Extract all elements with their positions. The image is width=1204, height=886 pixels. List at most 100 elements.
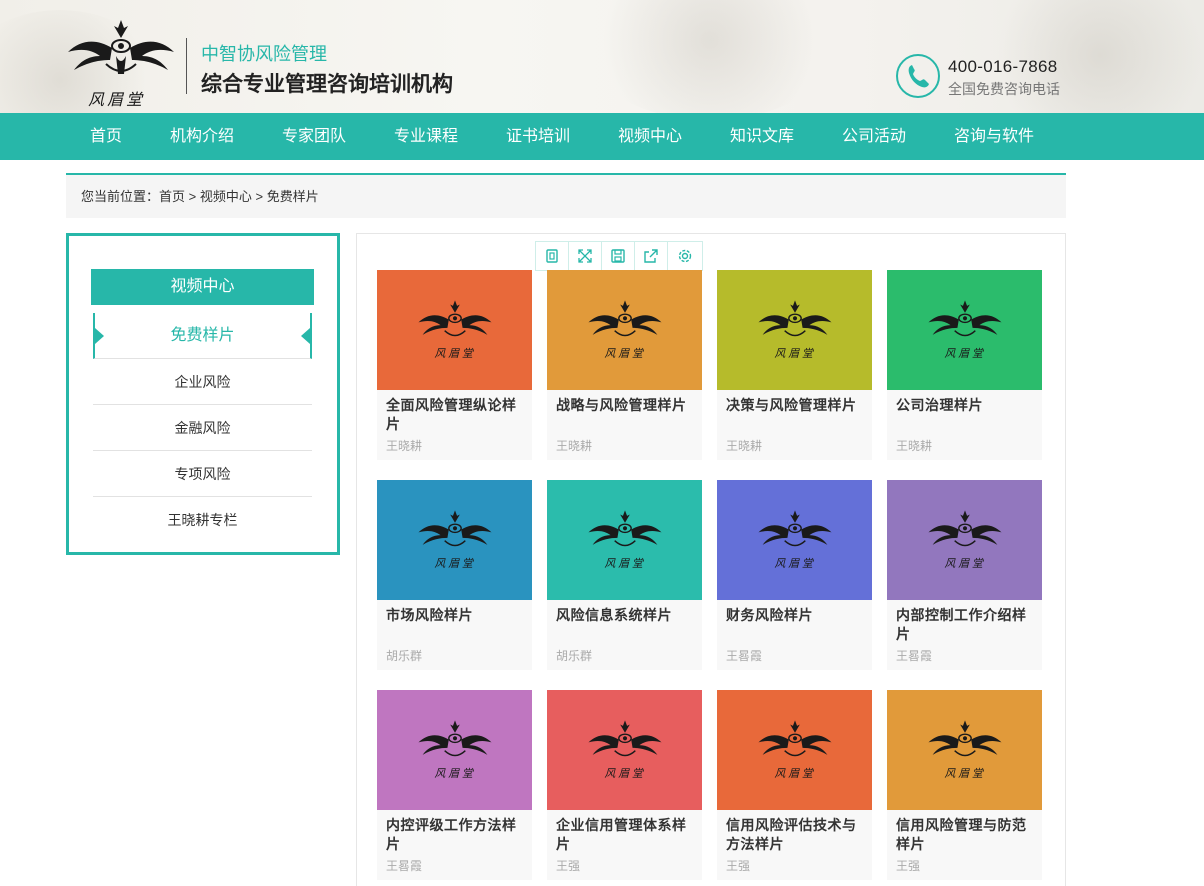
- brand-title: 综合专业管理咨询培训机构: [201, 73, 453, 96]
- video-card[interactable]: 风眉堂战略与风险管理样片王晓耕: [547, 270, 702, 460]
- video-title[interactable]: 内部控制工作介绍样片: [896, 606, 1036, 644]
- video-card[interactable]: 风眉堂 财务风险样片 王晷霞: [717, 480, 872, 670]
- main-nav: 首页 机构介绍 专家团队 专业课程 证书培训 视频中心 知识文库 公司活动 咨询…: [0, 113, 1204, 160]
- video-title[interactable]: 信用风险评估技术与方法样片: [726, 816, 866, 854]
- expand-button[interactable]: [569, 242, 602, 270]
- site-logo[interactable]: 风眉堂: [66, 18, 176, 109]
- svg-text:风眉堂: 风眉堂: [604, 347, 645, 360]
- video-card[interactable]: 风眉堂风险信息系统样片胡乐群: [547, 480, 702, 670]
- svg-text:风眉堂: 风眉堂: [944, 557, 985, 570]
- video-title[interactable]: 风险信息系统样片: [556, 606, 696, 625]
- svg-text:风眉堂: 风眉堂: [434, 767, 475, 780]
- copy-button[interactable]: [536, 242, 569, 270]
- video-author: 胡乐群: [556, 649, 593, 663]
- share-button[interactable]: [635, 242, 668, 270]
- nav-item-library[interactable]: 知识文库: [730, 113, 794, 160]
- save-button[interactable]: [602, 242, 635, 270]
- video-thumbnail[interactable]: 风眉堂: [887, 690, 1042, 810]
- phone-number[interactable]: 400-016-7868: [948, 57, 1057, 77]
- sidebar-title: 视频中心: [91, 269, 314, 305]
- video-thumbnail[interactable]: 风眉堂: [717, 690, 872, 810]
- nav-item-courses[interactable]: 专业课程: [394, 113, 458, 160]
- video-card[interactable]: 风眉堂 内部控制工作介绍样片 王晷霞: [887, 480, 1042, 670]
- video-title[interactable]: 战略与风险管理样片: [556, 396, 696, 415]
- nav-item-activities[interactable]: 公司活动: [842, 113, 906, 160]
- card-logo-icon: 风眉堂: [757, 720, 832, 780]
- phone-label: 全国免费咨询电话: [948, 81, 1060, 97]
- sidebar-item-free-samples[interactable]: 免费样片: [93, 313, 312, 359]
- video-thumbnail[interactable]: 风眉堂: [717, 480, 872, 600]
- card-logo-icon: 风眉堂: [587, 720, 662, 780]
- active-arrow-right-icon: [301, 328, 310, 344]
- video-thumbnail[interactable]: 风眉堂: [547, 480, 702, 600]
- video-title[interactable]: 企业信用管理体系样片: [556, 816, 696, 854]
- expand-icon: [578, 249, 592, 263]
- nav-item-certificates[interactable]: 证书培训: [506, 113, 570, 160]
- brand-subtitle: 中智协风险管理: [201, 44, 327, 64]
- sidebar-item-enterprise-risk[interactable]: 企业风险: [93, 359, 312, 405]
- card-logo-icon: 风眉堂: [927, 510, 1002, 570]
- video-card[interactable]: 风眉堂 全面风险管理纵论样片 王晓耕: [377, 270, 532, 460]
- active-arrow-left-icon: [95, 328, 104, 344]
- nav-item-about[interactable]: 机构介绍: [170, 113, 234, 160]
- video-thumbnail[interactable]: 风眉堂: [547, 690, 702, 810]
- nav-item-experts[interactable]: 专家团队: [282, 113, 346, 160]
- nav-item-consulting[interactable]: 咨询与软件: [954, 113, 1034, 160]
- video-card[interactable]: 风眉堂信用风险管理与防范样片王强: [887, 690, 1042, 880]
- video-thumbnail[interactable]: 风眉堂: [377, 270, 532, 390]
- video-thumbnail[interactable]: 风眉堂: [377, 690, 532, 810]
- video-title[interactable]: 市场风险样片: [386, 606, 526, 625]
- svg-text:风眉堂: 风眉堂: [944, 347, 985, 360]
- site-header: 风眉堂 中智协风险管理 综合专业管理咨询培训机构 400-016-7868 全国…: [0, 0, 1204, 113]
- ink-wash-decoration: [580, 0, 840, 113]
- svg-text:风眉堂: 风眉堂: [944, 767, 985, 780]
- sidebar: 视频中心 免费样片 企业风险 金融风险 专项风险 王晓耕专栏: [66, 233, 340, 555]
- video-title[interactable]: 全面风险管理纵论样片: [386, 396, 526, 434]
- video-author: 王晓耕: [556, 439, 593, 453]
- video-thumbnail[interactable]: 风眉堂: [547, 270, 702, 390]
- video-thumbnail[interactable]: 风眉堂: [887, 270, 1042, 390]
- card-logo-icon: 风眉堂: [587, 510, 662, 570]
- settings-button[interactable]: [668, 242, 701, 270]
- video-card[interactable]: 风眉堂 决策与风险管理样片 王晓耕: [717, 270, 872, 460]
- video-author: 王晓耕: [896, 439, 933, 453]
- card-logo-icon: 风眉堂: [587, 300, 662, 360]
- breadcrumb-prefix: 您当前位置：: [81, 189, 160, 204]
- breadcrumb-home-link[interactable]: 首页: [159, 189, 185, 204]
- video-author: 王强: [726, 859, 751, 873]
- video-title[interactable]: 决策与风险管理样片: [726, 396, 866, 415]
- video-card[interactable]: 风眉堂公司治理样片王晓耕: [887, 270, 1042, 460]
- video-thumbnail[interactable]: 风眉堂: [887, 480, 1042, 600]
- video-card[interactable]: 风眉堂信用风险评估技术与方法样片王强: [717, 690, 872, 880]
- sidebar-item-special-risk[interactable]: 专项风险: [93, 451, 312, 497]
- breadcrumb: 您当前位置：首页 > 视频中心 > 免费样片: [66, 173, 1066, 218]
- sidebar-item-column[interactable]: 王晓耕专栏: [93, 497, 312, 543]
- share-icon: [644, 249, 658, 263]
- card-logo-icon: 风眉堂: [927, 300, 1002, 360]
- sidebar-item-label: 免费样片: [170, 327, 235, 344]
- card-logo-icon: 风眉堂: [417, 300, 492, 360]
- breadcrumb-separator: >: [185, 189, 200, 204]
- settings-icon: [678, 249, 691, 263]
- card-logo-icon: 风眉堂: [417, 720, 492, 780]
- video-title[interactable]: 公司治理样片: [896, 396, 1036, 415]
- phone-icon: [896, 54, 940, 98]
- nav-item-home[interactable]: 首页: [90, 113, 122, 160]
- video-card[interactable]: 风眉堂 市场风险样片 胡乐群: [377, 480, 532, 670]
- sidebar-item-financial-risk[interactable]: 金融风险: [93, 405, 312, 451]
- video-title[interactable]: 信用风险管理与防范样片: [896, 816, 1036, 854]
- breadcrumb-section-link[interactable]: 视频中心: [200, 189, 252, 204]
- video-card[interactable]: 风眉堂 内控评级工作方法样片 王晷霞: [377, 690, 532, 880]
- video-author: 王强: [896, 859, 921, 873]
- logo-text: 风眉堂: [88, 90, 146, 109]
- video-title[interactable]: 内控评级工作方法样片: [386, 816, 526, 854]
- video-author: 王强: [556, 859, 581, 873]
- video-card[interactable]: 风眉堂企业信用管理体系样片王强: [547, 690, 702, 880]
- video-thumbnail[interactable]: 风眉堂: [717, 270, 872, 390]
- svg-text:风眉堂: 风眉堂: [774, 557, 815, 570]
- video-thumbnail[interactable]: 风眉堂: [377, 480, 532, 600]
- save-icon: [611, 249, 625, 263]
- nav-item-videos[interactable]: 视频中心: [618, 113, 682, 160]
- svg-text:风眉堂: 风眉堂: [774, 767, 815, 780]
- video-title[interactable]: 财务风险样片: [726, 606, 866, 625]
